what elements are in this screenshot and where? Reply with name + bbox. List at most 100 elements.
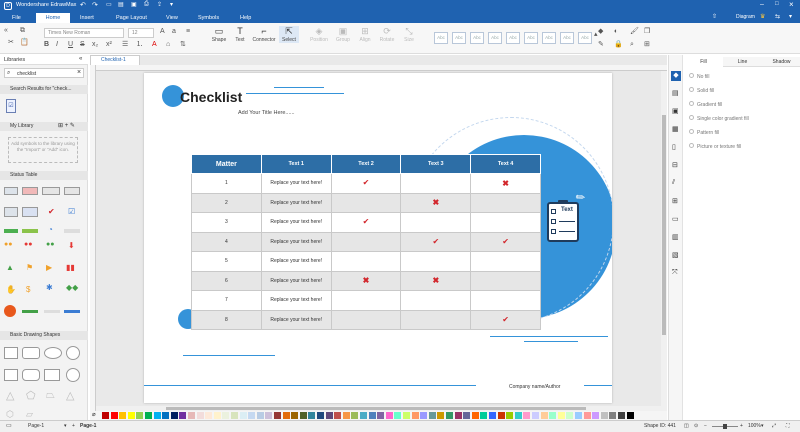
- fit-page-icon[interactable]: ⤢: [772, 421, 776, 432]
- style-scroll-icon[interactable]: ▴: [594, 31, 598, 39]
- row-text-1[interactable]: Replace your text here!: [260, 192, 332, 213]
- color-swatch[interactable]: [618, 412, 625, 419]
- row-cell-4[interactable]: [470, 251, 541, 272]
- attachment-panel-icon[interactable]: ▧: [672, 251, 679, 259]
- find-icon[interactable]: ⌕: [630, 41, 634, 49]
- tab-file[interactable]: File: [8, 13, 25, 23]
- color-swatch[interactable]: [136, 412, 144, 419]
- italic-icon[interactable]: I: [56, 41, 58, 49]
- progress-symbol-1[interactable]: [4, 229, 18, 233]
- page-view-icon[interactable]: ▭: [6, 421, 12, 432]
- doc-tab[interactable]: Checklist-1: [90, 55, 140, 65]
- color-swatch[interactable]: [557, 412, 565, 419]
- group-button[interactable]: ▣ Group: [333, 26, 353, 43]
- rect-shape-2[interactable]: [4, 369, 18, 381]
- row-text-1[interactable]: Replace your text here!: [260, 270, 332, 291]
- color-swatch[interactable]: [497, 412, 505, 419]
- color-swatch[interactable]: [368, 412, 376, 419]
- style-panel-icon[interactable]: ▤: [672, 89, 679, 97]
- flag-symbol-icon[interactable]: ⚑: [26, 263, 33, 272]
- color-swatch[interactable]: [480, 412, 488, 419]
- zoom-slider-thumb[interactable]: [723, 424, 727, 429]
- row-cell-2[interactable]: [330, 290, 402, 311]
- page-title[interactable]: Checklist: [180, 89, 242, 105]
- row-cell-4[interactable]: [470, 192, 541, 213]
- strike-icon[interactable]: S: [80, 41, 85, 49]
- bar-symbol-2[interactable]: [22, 310, 38, 313]
- fullscreen-panel-icon[interactable]: ⤧: [672, 269, 678, 277]
- color-swatch[interactable]: [205, 412, 213, 419]
- page-subtitle[interactable]: Add Your Title Here......: [238, 110, 295, 116]
- rect-shape[interactable]: [4, 347, 18, 359]
- rotate-button[interactable]: ⟳ Rotate: [377, 26, 397, 43]
- row-cell-3[interactable]: [400, 309, 472, 330]
- color-swatch[interactable]: [291, 412, 299, 419]
- font-size-select[interactable]: 12: [128, 28, 154, 38]
- row-cell-2[interactable]: ✔: [330, 212, 402, 233]
- row-number[interactable]: 1: [191, 173, 262, 194]
- play-symbol-icon[interactable]: ▶: [46, 263, 52, 272]
- pentagon-shape-icon[interactable]: ⬠: [26, 389, 36, 402]
- row-cell-3[interactable]: [400, 212, 472, 233]
- color-swatch[interactable]: [274, 412, 281, 419]
- row-number[interactable]: 6: [191, 270, 262, 291]
- tab-fill[interactable]: Fill: [684, 57, 723, 67]
- row-cell-2[interactable]: [330, 192, 402, 213]
- row-text-1[interactable]: Replace your text here!: [260, 231, 332, 252]
- color-swatch[interactable]: [256, 412, 264, 419]
- basic-shapes-header[interactable]: Basic Drawing Shapes: [0, 331, 88, 340]
- triangle-shape-icon[interactable]: △: [6, 389, 14, 402]
- color-swatch[interactable]: [179, 412, 187, 419]
- bar-symbol-icon[interactable]: ▮▮: [66, 263, 75, 272]
- money-symbol-icon[interactable]: $: [26, 285, 30, 294]
- row-cell-2[interactable]: ✖: [330, 270, 402, 291]
- radio-pattern-icon[interactable]: [689, 129, 694, 134]
- color-swatch[interactable]: [583, 412, 591, 419]
- maximize-icon[interactable]: □: [775, 1, 779, 7]
- collapse-panel-icon[interactable]: «: [79, 56, 82, 62]
- rounded-rect-shape[interactable]: [22, 347, 40, 359]
- publish-icon[interactable]: ⇧: [712, 13, 717, 20]
- row-number[interactable]: 4: [191, 231, 262, 252]
- grow-font-icon[interactable]: A: [160, 28, 165, 36]
- style-preset-7[interactable]: Abc: [542, 32, 556, 44]
- bullets-icon[interactable]: ☰: [122, 41, 128, 49]
- table-symbol-1[interactable]: [4, 187, 18, 195]
- library-search-box[interactable]: ⌕ checklist ×: [4, 68, 84, 78]
- style-preset-8[interactable]: Abc: [560, 32, 574, 44]
- hexagon-shape-icon[interactable]: ⬡: [6, 409, 14, 420]
- tab-shadow[interactable]: Shadow: [762, 57, 800, 67]
- diamond-symbol-icon[interactable]: ◆◆: [66, 283, 78, 292]
- color-swatch[interactable]: [540, 412, 548, 419]
- fill-panel-icon[interactable]: ◆: [671, 71, 681, 81]
- color-swatch[interactable]: [411, 412, 419, 419]
- footer-text[interactable]: Company name/Author: [509, 384, 560, 390]
- row-number[interactable]: 7: [191, 290, 262, 311]
- fullscreen-icon[interactable]: ⛶: [786, 421, 790, 432]
- bold-icon[interactable]: B: [44, 41, 49, 49]
- text-direction-icon[interactable]: ⇅: [180, 41, 186, 49]
- tab-help[interactable]: Help: [236, 13, 255, 23]
- row-text-1[interactable]: Replace your text here!: [260, 290, 332, 311]
- settings-icon[interactable]: ▾: [789, 13, 792, 20]
- row-cell-4[interactable]: ✔: [470, 231, 541, 252]
- color-swatch[interactable]: [506, 412, 514, 419]
- trapezoid-shape-icon[interactable]: ⏢: [46, 389, 55, 402]
- color-swatch[interactable]: [231, 412, 238, 419]
- color-swatch[interactable]: [523, 412, 531, 419]
- shadow-icon[interactable]: ◐: [614, 28, 618, 36]
- note-panel-icon[interactable]: ▭: [672, 215, 679, 223]
- collapse-icon[interactable]: «: [4, 27, 8, 35]
- size-button[interactable]: ⤡ Size: [399, 26, 419, 43]
- row-cell-3[interactable]: [400, 290, 472, 311]
- cut-icon[interactable]: ✂: [8, 39, 14, 47]
- redo-icon[interactable]: ↷: [92, 1, 98, 9]
- row-cell-4[interactable]: [470, 212, 541, 233]
- row-text-1[interactable]: Replace your text here!: [260, 251, 332, 272]
- new-icon[interactable]: ▭: [106, 1, 112, 8]
- triangle-symbol-icon[interactable]: ▲: [6, 263, 14, 272]
- bar-symbol-3[interactable]: [44, 310, 60, 313]
- more-quick-icon[interactable]: ▾: [170, 1, 173, 8]
- status-table-header[interactable]: Status Table: [0, 171, 88, 180]
- color-swatch[interactable]: [248, 412, 256, 419]
